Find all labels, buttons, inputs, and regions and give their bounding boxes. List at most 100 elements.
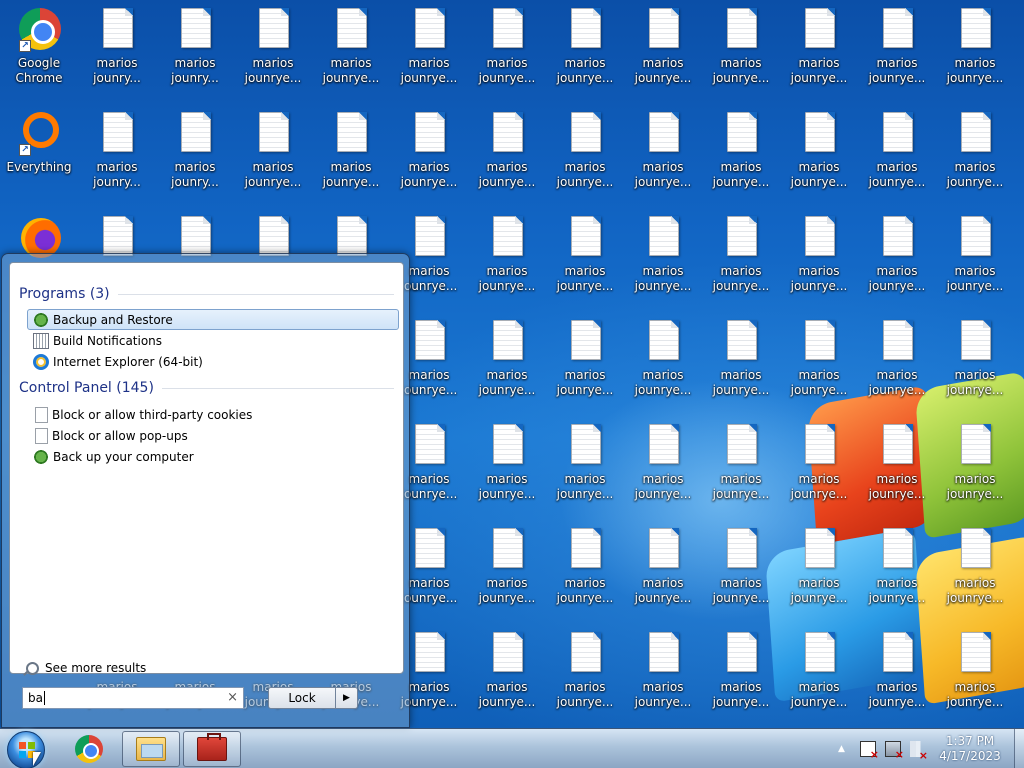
- desktop-file-icon[interactable]: marios jounrye...: [470, 312, 544, 408]
- text-document-icon: [799, 320, 839, 364]
- chrome-icon: ↗: [19, 8, 61, 52]
- desktop-file-icon[interactable]: marios jounrye...: [704, 208, 778, 304]
- see-more-results-link[interactable]: See more results: [26, 659, 146, 677]
- desktop-file-icon[interactable]: marios jounrye...: [938, 624, 1012, 720]
- clock[interactable]: 1:37 PM 4/17/2023: [935, 734, 1005, 764]
- desktop-file-icon[interactable]: marios jounrye...: [938, 104, 1012, 200]
- shutdown-options-arrow-button[interactable]: ▶: [336, 687, 358, 709]
- desktop-icon-label: marios jounrye...: [868, 160, 926, 189]
- taskbar-explorer-button[interactable]: [122, 731, 180, 767]
- page-icon: [35, 427, 48, 444]
- desktop-file-icon[interactable]: marios jounrye...: [782, 416, 856, 512]
- action-center-icon[interactable]: [860, 741, 879, 761]
- lock-button[interactable]: Lock: [268, 687, 336, 709]
- desktop-file-icon[interactable]: marios jounrye...: [548, 104, 622, 200]
- desktop-file-icon[interactable]: marios jounry...: [158, 104, 232, 200]
- desktop-file-icon[interactable]: marios jounrye...: [470, 624, 544, 720]
- desktop-file-icon[interactable]: marios jounry...: [80, 104, 154, 200]
- result-block-cookies[interactable]: Block or allow third-party cookies: [27, 404, 399, 425]
- desktop-file-icon[interactable]: marios jounrye...: [626, 520, 700, 616]
- desktop-file-icon[interactable]: marios jounrye...: [548, 416, 622, 512]
- desktop-file-icon[interactable]: marios jounrye...: [860, 104, 934, 200]
- result-label: Backup and Restore: [53, 312, 173, 327]
- text-document-icon: [487, 112, 527, 156]
- desktop-file-icon[interactable]: marios jounrye...: [938, 416, 1012, 512]
- desktop-file-icon[interactable]: marios jounrye...: [548, 624, 622, 720]
- backup-restore-icon: [33, 311, 49, 328]
- desktop-file-icon[interactable]: marios jounrye...: [704, 312, 778, 408]
- control-panel-group-header[interactable]: Control Panel (145): [19, 379, 394, 397]
- desktop-file-icon[interactable]: marios jounrye...: [626, 0, 700, 96]
- result-back-up-computer[interactable]: Back up your computer: [27, 446, 399, 467]
- desktop-file-icon[interactable]: marios jounrye...: [626, 208, 700, 304]
- desktop-file-icon[interactable]: marios jounrye...: [704, 416, 778, 512]
- desktop-file-icon[interactable]: marios jounrye...: [548, 520, 622, 616]
- desktop-icon-label: marios jounrye...: [634, 56, 692, 85]
- desktop-file-icon[interactable]: marios jounrye...: [548, 208, 622, 304]
- desktop-icon-label: marios jounrye...: [634, 160, 692, 189]
- desktop-file-icon[interactable]: marios jounrye...: [548, 0, 622, 96]
- network-icon[interactable]: [885, 741, 904, 761]
- desktop-file-icon[interactable]: marios jounrye...: [782, 104, 856, 200]
- desktop-file-icon[interactable]: marios jounrye...: [860, 0, 934, 96]
- desktop-icon-label: marios jounrye...: [946, 264, 1004, 293]
- desktop-file-icon[interactable]: marios jounrye...: [860, 416, 934, 512]
- desktop-icon-label: Everything: [6, 160, 72, 174]
- desktop-icon-label: marios jounrye...: [946, 368, 1004, 397]
- desktop-file-icon[interactable]: marios jounrye...: [860, 208, 934, 304]
- desktop-file-icon[interactable]: marios jounrye...: [860, 520, 934, 616]
- desktop-file-icon[interactable]: marios jounry...: [80, 0, 154, 96]
- desktop-file-icon[interactable]: marios jounry...: [158, 0, 232, 96]
- desktop-file-icon[interactable]: marios jounrye...: [392, 0, 466, 96]
- desktop-file-icon[interactable]: marios jounrye...: [704, 624, 778, 720]
- desktop-icon-label: marios jounrye...: [790, 56, 848, 85]
- desktop-file-icon[interactable]: marios jounrye...: [470, 208, 544, 304]
- desktop-file-icon[interactable]: marios jounrye...: [938, 208, 1012, 304]
- desktop-file-icon[interactable]: marios jounrye...: [704, 0, 778, 96]
- taskbar-chrome-button[interactable]: [60, 731, 118, 767]
- desktop-file-icon[interactable]: marios jounrye...: [236, 104, 310, 200]
- desktop-file-icon[interactable]: marios jounrye...: [470, 0, 544, 96]
- desktop-file-icon[interactable]: marios jounrye...: [626, 416, 700, 512]
- lock-button-label: Lock: [288, 691, 316, 705]
- start-search-input[interactable]: ba ×: [22, 687, 244, 709]
- desktop-file-icon[interactable]: marios jounrye...: [782, 520, 856, 616]
- desktop-file-icon[interactable]: marios jounrye...: [782, 208, 856, 304]
- desktop-file-icon[interactable]: marios jounrye...: [314, 0, 388, 96]
- result-backup-and-restore[interactable]: Backup and Restore: [27, 309, 399, 330]
- desktop-file-icon[interactable]: marios jounrye...: [860, 312, 934, 408]
- desktop-file-icon[interactable]: marios jounrye...: [626, 624, 700, 720]
- desktop-icon-label: marios jounrye...: [634, 680, 692, 709]
- taskbar-toolbox-button[interactable]: [183, 731, 241, 767]
- clear-search-icon[interactable]: ×: [227, 690, 238, 705]
- desktop-file-icon[interactable]: marios jounrye...: [470, 520, 544, 616]
- desktop-shortcut-everything[interactable]: ↗ Everything: [2, 104, 76, 200]
- desktop-file-icon[interactable]: marios jounrye...: [236, 0, 310, 96]
- desktop-file-icon[interactable]: marios jounrye...: [704, 520, 778, 616]
- desktop-file-icon[interactable]: marios jounrye...: [704, 104, 778, 200]
- desktop-file-icon[interactable]: marios jounrye...: [860, 624, 934, 720]
- text-document-icon: [955, 424, 995, 468]
- desktop-icon-label: marios jounrye...: [556, 160, 614, 189]
- result-build-notifications[interactable]: Build Notifications: [27, 330, 399, 351]
- desktop-file-icon[interactable]: marios jounrye...: [938, 520, 1012, 616]
- desktop-file-icon[interactable]: marios jounrye...: [548, 312, 622, 408]
- show-desktop-button[interactable]: [1014, 729, 1024, 768]
- desktop-shortcut-chrome[interactable]: ↗ Google Chrome: [2, 0, 76, 96]
- desktop-file-icon[interactable]: marios jounrye...: [392, 104, 466, 200]
- show-hidden-icons-chevron-icon[interactable]: ▲: [838, 744, 848, 754]
- programs-group-header[interactable]: Programs (3): [19, 285, 394, 303]
- desktop-file-icon[interactable]: marios jounrye...: [938, 312, 1012, 408]
- volume-icon[interactable]: [910, 741, 928, 762]
- result-block-popups[interactable]: Block or allow pop-ups: [27, 425, 399, 446]
- desktop-file-icon[interactable]: marios jounrye...: [470, 104, 544, 200]
- desktop-file-icon[interactable]: marios jounrye...: [314, 104, 388, 200]
- desktop-file-icon[interactable]: marios jounrye...: [626, 104, 700, 200]
- desktop-file-icon[interactable]: marios jounrye...: [626, 312, 700, 408]
- desktop-file-icon[interactable]: marios jounrye...: [470, 416, 544, 512]
- result-internet-explorer[interactable]: Internet Explorer (64-bit): [27, 351, 399, 372]
- desktop-file-icon[interactable]: marios jounrye...: [782, 624, 856, 720]
- desktop-file-icon[interactable]: marios jounrye...: [938, 0, 1012, 96]
- desktop-file-icon[interactable]: marios jounrye...: [782, 312, 856, 408]
- desktop-file-icon[interactable]: marios jounrye...: [782, 0, 856, 96]
